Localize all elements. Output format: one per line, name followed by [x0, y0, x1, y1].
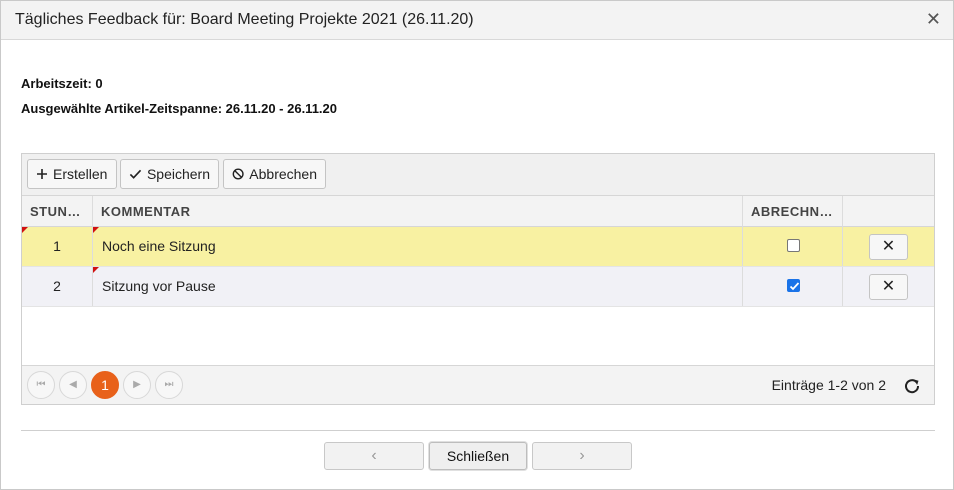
- page-1-button[interactable]: 1: [91, 371, 119, 399]
- create-button-label: Erstellen: [53, 166, 108, 182]
- plus-icon: [37, 169, 47, 179]
- actions-cell: ✕: [843, 227, 934, 266]
- pager-info: Einträge 1-2 von 2: [771, 377, 886, 393]
- column-header-actions: [843, 196, 934, 227]
- billable-cell: [743, 227, 843, 266]
- dirty-marker: [93, 267, 99, 273]
- column-header-billable[interactable]: ABRECHN…: [743, 196, 843, 227]
- column-header-comment[interactable]: KOMMENTAR: [93, 196, 743, 227]
- create-button[interactable]: Erstellen: [27, 159, 117, 189]
- dialog-title: Tägliches Feedback für: Board Meeting Pr…: [15, 11, 474, 28]
- previous-button[interactable]: ‹: [324, 442, 424, 470]
- dirty-marker: [93, 227, 99, 233]
- save-button[interactable]: Speichern: [120, 159, 219, 189]
- close-icon[interactable]: ✕: [926, 10, 941, 28]
- table-row[interactable]: 1 Noch eine Sitzung ✕: [22, 227, 934, 267]
- next-page-icon[interactable]: ▶: [123, 371, 151, 399]
- hours-value: 2: [53, 278, 61, 294]
- grid-toolbar: Erstellen Speichern Abbrechen: [22, 154, 934, 196]
- cancel-button[interactable]: Abbrechen: [223, 159, 326, 189]
- actions-cell: ✕: [843, 267, 934, 306]
- feedback-grid: Erstellen Speichern Abbrechen STUN… KOMM…: [21, 153, 935, 405]
- prev-page-icon[interactable]: ◀: [59, 371, 87, 399]
- comment-value: Sitzung vor Pause: [102, 278, 216, 294]
- billable-checkbox[interactable]: [787, 279, 800, 292]
- cancel-icon: [232, 168, 244, 180]
- comment-cell[interactable]: Noch eine Sitzung: [93, 227, 743, 266]
- footer-divider: [21, 430, 935, 431]
- column-header-hours[interactable]: STUN…: [22, 196, 93, 227]
- dialog-titlebar: Tägliches Feedback für: Board Meeting Pr…: [1, 1, 953, 40]
- hours-value: 1: [53, 238, 61, 254]
- comment-cell[interactable]: Sitzung vor Pause: [93, 267, 743, 306]
- close-button[interactable]: Schließen: [429, 442, 527, 470]
- billable-checkbox[interactable]: [787, 239, 800, 252]
- grid-header: STUN… KOMMENTAR ABRECHN…: [22, 196, 934, 227]
- table-row[interactable]: 2 Sitzung vor Pause ✕: [22, 267, 934, 307]
- hours-cell[interactable]: 1: [22, 227, 93, 266]
- last-page-icon[interactable]: ⏭: [155, 371, 183, 399]
- first-page-icon[interactable]: ⏮: [27, 371, 55, 399]
- billable-cell: [743, 267, 843, 306]
- worktime-label: Arbeitszeit: 0: [21, 76, 103, 91]
- checkmark-icon: [789, 282, 800, 291]
- save-button-label: Speichern: [146, 166, 210, 182]
- grid-pager: ⏮ ◀ 1 ▶ ⏭ Einträge 1-2 von 2: [22, 365, 934, 404]
- hours-cell[interactable]: 2: [22, 267, 93, 306]
- timespan-label: Ausgewählte Artikel-Zeitspanne: 26.11.20…: [21, 101, 337, 116]
- cancel-button-label: Abbrechen: [249, 166, 317, 182]
- refresh-icon[interactable]: [902, 376, 922, 396]
- delete-row-button[interactable]: ✕: [869, 234, 908, 260]
- feedback-dialog: Tägliches Feedback für: Board Meeting Pr…: [0, 0, 954, 490]
- checkmark-icon: [129, 169, 142, 179]
- comment-value: Noch eine Sitzung: [102, 238, 216, 254]
- dirty-marker: [22, 227, 28, 233]
- next-button[interactable]: ›: [532, 442, 632, 470]
- delete-row-button[interactable]: ✕: [869, 274, 908, 300]
